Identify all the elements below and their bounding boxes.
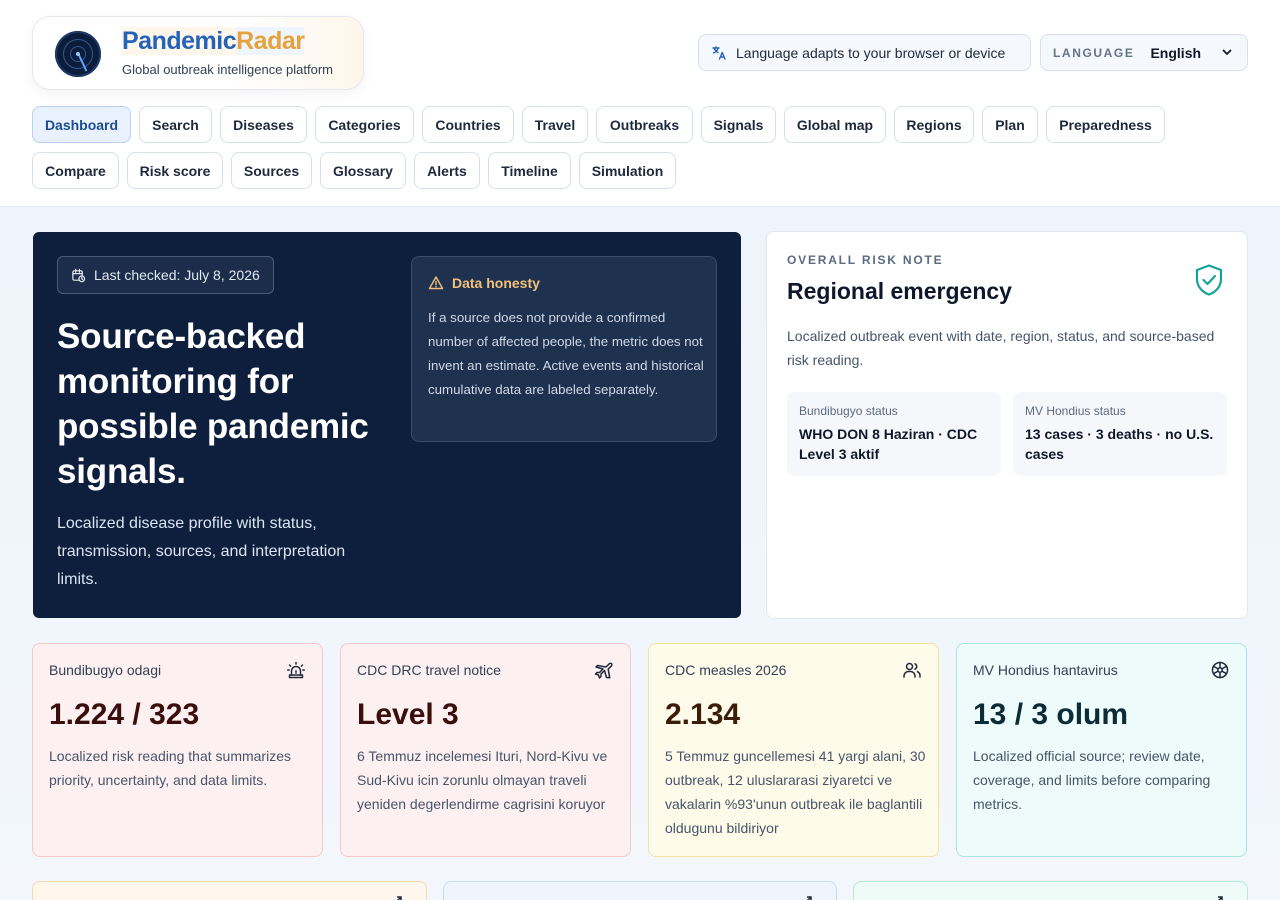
stat-description: Localized risk reading that summarizes p… [49, 748, 291, 788]
card-icon [396, 896, 402, 900]
stat-card-bundibugyo[interactable]: Bundibugyo odagi 1.224 / 323 Localized r… [32, 643, 323, 857]
risk-status-value: 13 cases · 3 deaths · no U.S. cases [1025, 426, 1214, 462]
stat-label: Bundibugyo odagi [49, 662, 162, 678]
risk-status-card: Bundibugyo status WHO DON 8 Haziran · CD… [787, 392, 1001, 476]
stat-value: 1.224 / 323 [49, 698, 200, 731]
risk-note-title: Regional emergency [787, 278, 1012, 304]
last-checked-text: Last checked: July 8, 2026 [94, 267, 260, 283]
nav-risk-score[interactable]: Risk score [127, 152, 223, 189]
stat-value: 13 / 3 olum [973, 698, 1129, 731]
risk-status-card: MV Hondius status 13 cases · 3 deaths · … [1013, 392, 1227, 476]
stat-description: 5 Temmuz guncellemesi 41 yargi alani, 30… [665, 748, 926, 836]
language-selected-value: English [1150, 44, 1202, 61]
nav-regions[interactable]: Regions [894, 106, 974, 143]
nav-glossary[interactable]: Glossary [320, 152, 406, 189]
nav-countries[interactable]: Countries [422, 106, 514, 143]
brand-logo-card[interactable]: PandemicRadar Global outbreak intelligen… [32, 16, 364, 90]
risk-status-label: Bundibugyo status [799, 404, 898, 418]
last-checked-badge: Last checked: July 8, 2026 [57, 256, 274, 294]
stat-label: MV Hondius hantavirus [973, 662, 1118, 678]
nav-alerts[interactable]: Alerts [414, 152, 480, 189]
risk-note-eyebrow: OVERALL RISK NOTE [787, 253, 944, 267]
risk-status-value: WHO DON 8 Haziran · CDC Level 3 aktif [799, 426, 978, 462]
data-honesty-body: If a source does not provide a confirmed… [428, 310, 704, 397]
language-note: Language adapts to your browser or devic… [698, 34, 1031, 71]
stat-description: Localized official source; review date, … [973, 748, 1211, 812]
nav-categories[interactable]: Categories [315, 106, 414, 143]
partial-card[interactable] [443, 881, 837, 900]
users-icon [903, 662, 921, 678]
data-honesty-box: Data honesty If a source does not provid… [411, 256, 717, 442]
nav-plan[interactable]: Plan [982, 106, 1038, 143]
translate-icon [711, 45, 727, 61]
nav-travel[interactable]: Travel [522, 106, 588, 143]
radar-logo-icon [55, 31, 101, 77]
partial-card[interactable] [32, 881, 427, 900]
ship-wheel-icon [1211, 661, 1229, 679]
nav-sources[interactable]: Sources [231, 152, 312, 189]
card-icon [806, 896, 812, 900]
stat-label: CDC DRC travel notice [357, 662, 501, 678]
nav-outbreaks[interactable]: Outbreaks [596, 106, 693, 143]
site-header: PandemicRadar Global outbreak intelligen… [0, 0, 1280, 207]
risk-note-card: OVERALL RISK NOTE Regional emergency Loc… [766, 231, 1248, 619]
shield-check-icon [1195, 264, 1223, 296]
language-select[interactable]: LANGUAGE English [1040, 34, 1248, 71]
risk-note-description: Localized outbreak event with date, regi… [787, 328, 1215, 368]
language-note-text: Language adapts to your browser or devic… [736, 44, 1006, 61]
nav-dashboard[interactable]: Dashboard [32, 106, 131, 143]
siren-icon [287, 661, 305, 679]
partial-card[interactable] [853, 881, 1248, 900]
stat-card-mv-hondius[interactable]: MV Hondius hantavirus 13 / 3 olum Locali… [956, 643, 1247, 857]
risk-status-label: MV Hondius status [1025, 404, 1126, 418]
nav-timeline[interactable]: Timeline [488, 152, 571, 189]
nav-signals[interactable]: Signals [701, 106, 776, 143]
chevron-down-icon [1222, 49, 1232, 55]
stat-value: Level 3 [357, 698, 459, 731]
language-label: LANGUAGE [1053, 45, 1135, 60]
stat-value: 2.134 [665, 698, 741, 731]
card-icon [1217, 896, 1223, 900]
calendar-clock-icon [72, 268, 86, 282]
nav-global-map[interactable]: Global map [784, 106, 886, 143]
stat-description: 6 Temmuz incelemesi Ituri, Nord-Kivu ve … [357, 748, 608, 812]
hero-subtitle: Localized disease profile with status, t… [57, 515, 346, 588]
hero-title: Source-backed monitoring for possible pa… [57, 317, 369, 491]
stat-card-cdc-drc-travel[interactable]: CDC DRC travel notice Level 3 6 Temmuz i… [340, 643, 631, 857]
data-honesty-heading: Data honesty [428, 275, 540, 291]
brand-tagline: Global outbreak intelligence platform [122, 62, 334, 77]
plane-icon [594, 662, 613, 679]
warning-icon [428, 276, 444, 290]
hero-panel: Last checked: July 8, 2026 Source-backed… [33, 232, 741, 618]
nav-search[interactable]: Search [139, 106, 212, 143]
nav-compare[interactable]: Compare [32, 152, 119, 189]
brand-name: PandemicRadar [122, 27, 305, 55]
stat-card-cdc-measles[interactable]: CDC measles 2026 2.134 5 Temmuz guncelle… [648, 643, 939, 857]
data-honesty-title: Data honesty [452, 275, 540, 291]
nav-simulation[interactable]: Simulation [579, 152, 676, 189]
nav-diseases[interactable]: Diseases [220, 106, 307, 143]
stat-label: CDC measles 2026 [665, 662, 787, 678]
nav-preparedness[interactable]: Preparedness [1046, 106, 1165, 143]
